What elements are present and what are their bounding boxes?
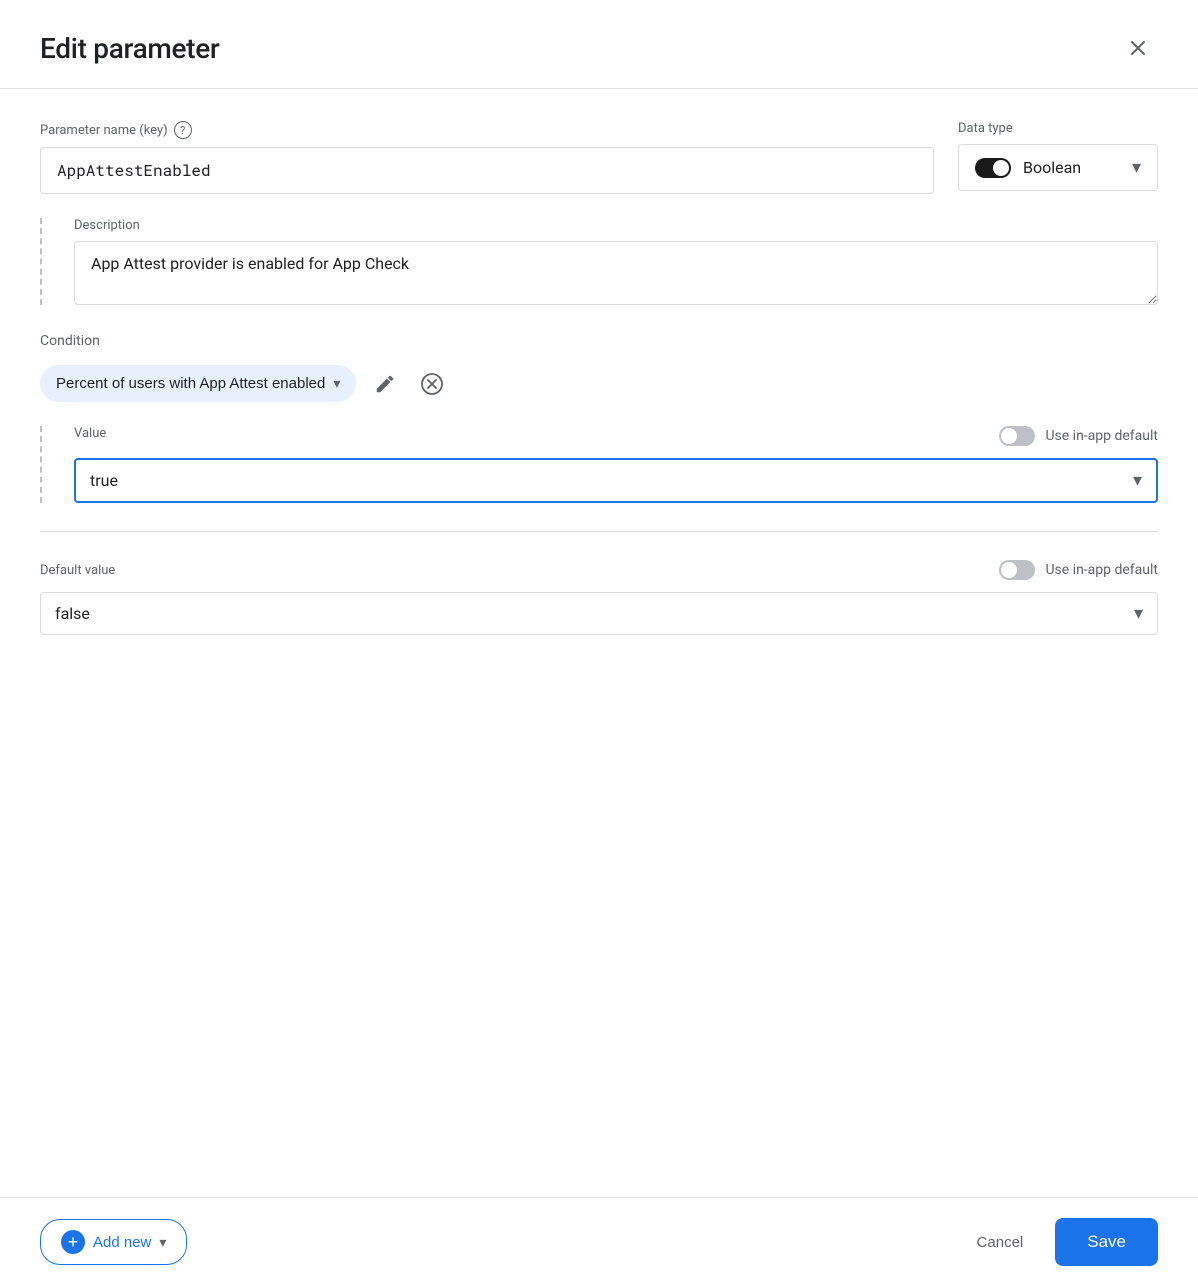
param-name-label: Parameter name (key) ? — [40, 121, 934, 139]
condition-label: Condition — [40, 333, 1158, 349]
data-type-group: Data type Boolean ▾ — [958, 121, 1158, 191]
use-default-label: Use in-app default — [1045, 428, 1158, 444]
param-name-row: Parameter name (key) ? Data type Boolean… — [40, 121, 1158, 194]
dialog-title: Edit parameter — [40, 32, 220, 65]
default-use-default-row: Use in-app default — [999, 560, 1158, 580]
description-textarea[interactable]: App Attest provider is enabled for App C… — [74, 241, 1158, 305]
param-name-group: Parameter name (key) ? — [40, 121, 934, 194]
default-value-arrow-icon: ▾ — [1134, 603, 1143, 624]
condition-chip-text: Percent of users with App Attest enabled — [56, 375, 325, 392]
add-icon: + — [61, 1230, 85, 1254]
use-default-row: Use in-app default — [999, 426, 1158, 446]
data-type-value: Boolean — [1023, 158, 1120, 177]
condition-chip[interactable]: Percent of users with App Attest enabled… — [40, 365, 356, 402]
value-label: Value — [74, 426, 106, 441]
param-name-input[interactable] — [40, 147, 934, 194]
cancel-button[interactable]: Cancel — [961, 1224, 1040, 1261]
add-new-label: Add new — [93, 1234, 151, 1251]
default-value-select-text: false — [55, 604, 1126, 623]
x-circle-icon — [420, 372, 444, 396]
description-group: Description App Attest provider is enabl… — [74, 218, 1158, 305]
data-type-chevron-icon: ▾ — [1132, 157, 1141, 178]
close-button[interactable] — [1118, 28, 1158, 68]
boolean-toggle-icon — [975, 158, 1011, 178]
condition-row: Percent of users with App Attest enabled… — [40, 365, 1158, 402]
edit-condition-button[interactable] — [368, 367, 402, 401]
value-select-arrow-icon: ▾ — [1133, 470, 1142, 491]
condition-chip-arrow-icon: ▾ — [333, 375, 340, 392]
use-inapp-default-toggle[interactable] — [999, 426, 1035, 446]
dialog-body: Parameter name (key) ? Data type Boolean… — [0, 89, 1198, 1197]
default-use-inapp-toggle[interactable] — [999, 560, 1035, 580]
remove-condition-button[interactable] — [414, 366, 450, 402]
default-value-section: Default value Use in-app default false ▾ — [40, 560, 1158, 635]
data-type-select[interactable]: Boolean ▾ — [958, 144, 1158, 191]
default-value-select[interactable]: false ▾ — [40, 592, 1158, 635]
default-value-label: Default value — [40, 563, 115, 578]
pencil-icon — [374, 373, 396, 395]
footer-actions: Cancel Save — [961, 1218, 1158, 1266]
value-section: Value Use in-app default true ▾ — [40, 426, 1158, 503]
condition-section: Condition Percent of users with App Atte… — [40, 333, 1158, 503]
default-value-header: Default value Use in-app default — [40, 560, 1158, 580]
value-select-text: true — [90, 471, 1125, 490]
data-type-label: Data type — [958, 121, 1158, 136]
help-icon[interactable]: ? — [174, 121, 192, 139]
dialog-footer: + Add new ▾ Cancel Save — [0, 1197, 1198, 1286]
close-icon — [1126, 36, 1150, 60]
edit-parameter-dialog: Edit parameter Parameter name (key) ? Da… — [0, 0, 1198, 1286]
section-divider — [40, 531, 1158, 532]
add-new-arrow-icon: ▾ — [159, 1234, 166, 1251]
value-row: Value Use in-app default — [74, 426, 1158, 446]
add-new-button[interactable]: + Add new ▾ — [40, 1219, 187, 1265]
default-use-default-label: Use in-app default — [1045, 562, 1158, 578]
description-label: Description — [74, 218, 1158, 233]
dialog-header: Edit parameter — [0, 0, 1198, 89]
value-select[interactable]: true ▾ — [74, 458, 1158, 503]
save-button[interactable]: Save — [1055, 1218, 1158, 1266]
description-section: Description App Attest provider is enabl… — [40, 218, 1158, 305]
